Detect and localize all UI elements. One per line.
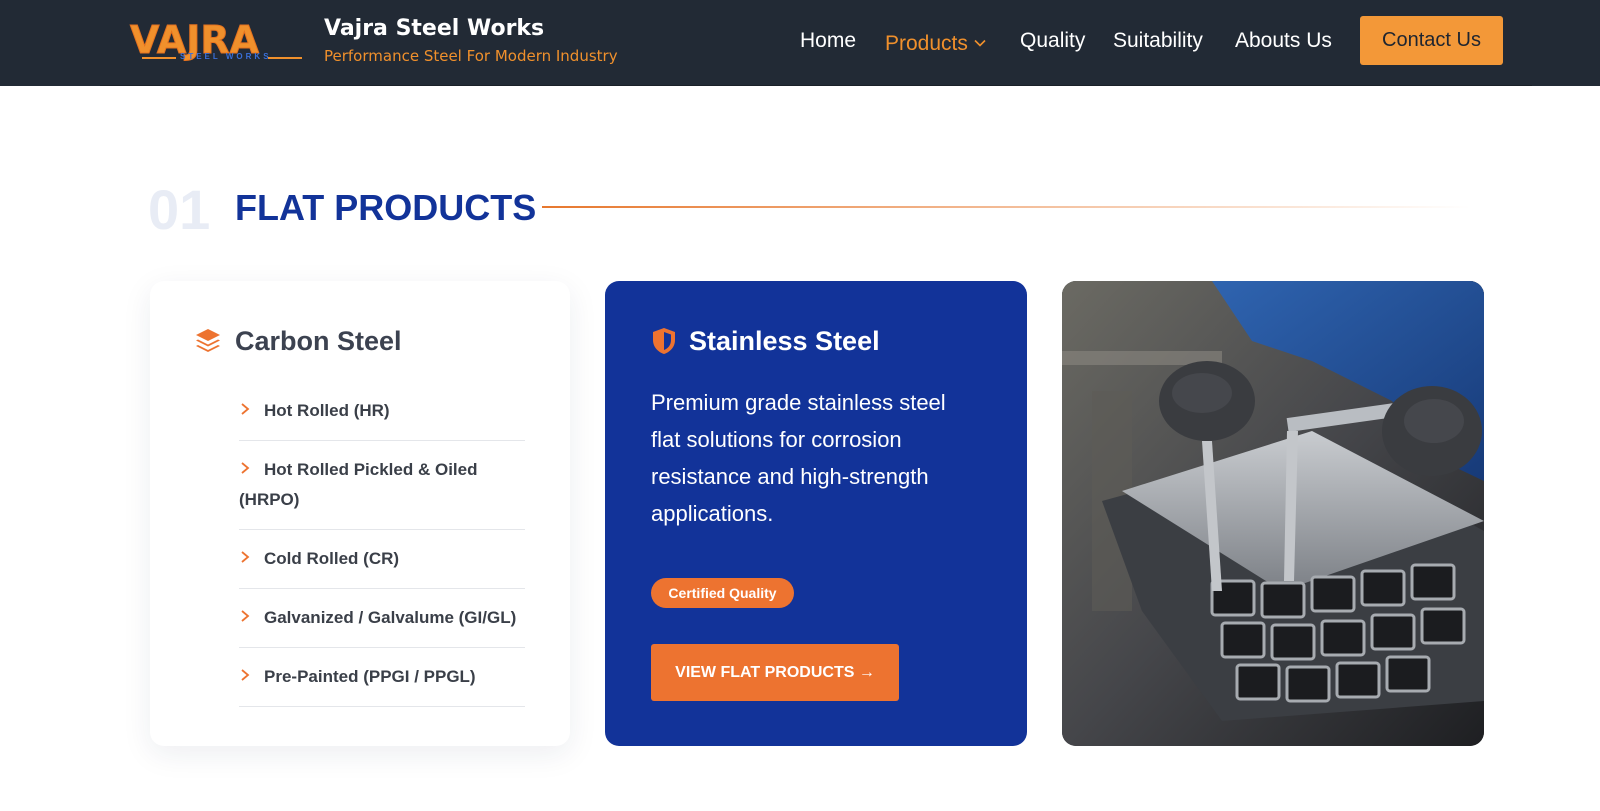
chevron-right-icon xyxy=(239,609,251,623)
list-item-label: Hot Rolled (HR) xyxy=(264,401,390,420)
view-flat-products-button[interactable]: VIEW FLAT PRODUCTS → xyxy=(651,644,899,701)
list-item-label: Pre-Painted (PPGI / PPGL) xyxy=(264,667,476,686)
list-item[interactable]: Cold Rolled (CR) xyxy=(239,530,525,589)
chevron-right-icon xyxy=(239,461,251,475)
chevron-right-icon xyxy=(239,402,251,416)
list-item[interactable]: Galvanized / Galvalume (GI/GL) xyxy=(239,589,525,648)
shield-icon xyxy=(651,327,677,355)
layers-icon xyxy=(194,327,222,355)
brand-tagline: Performance Steel For Modern Industry xyxy=(324,47,618,65)
steel-inspection-photo xyxy=(1062,281,1484,746)
list-item-label: Galvanized / Galvalume (GI/GL) xyxy=(264,608,517,627)
nav-about[interactable]: Abouts Us xyxy=(1235,28,1332,54)
stainless-steel-card: Stainless Steel Premium grade stainless … xyxy=(605,281,1027,746)
logo-subtext: STEEL WORKS xyxy=(180,52,272,61)
list-item[interactable]: Hot Rolled Pickled & Oiled (HRPO) xyxy=(239,441,525,530)
nav-suitability[interactable]: Suitability xyxy=(1113,28,1203,54)
chevron-down-icon xyxy=(974,28,986,54)
stainless-steel-description: Premium grade stainless steel flat solut… xyxy=(651,390,946,526)
nav-products[interactable]: Products xyxy=(885,28,986,57)
list-item[interactable]: Hot Rolled (HR) xyxy=(239,382,525,441)
carbon-steel-list: Hot Rolled (HR) Hot Rolled Pickled & Oil… xyxy=(239,382,525,707)
section-number: 01 xyxy=(148,178,211,241)
chevron-right-icon xyxy=(239,668,251,682)
nav-home-label: Home xyxy=(800,29,857,52)
site-header: VAJRA STEEL WORKS Vajra Steel Works Perf… xyxy=(0,0,1600,86)
list-item-label: Hot Rolled Pickled & Oiled (HRPO) xyxy=(239,460,478,509)
list-item-label: Cold Rolled (CR) xyxy=(264,549,400,568)
contact-us-button[interactable]: Contact Us xyxy=(1360,16,1503,65)
carbon-steel-card: Carbon Steel Hot Rolled (HR) Hot Rolled … xyxy=(150,281,570,746)
chevron-right-icon xyxy=(239,550,251,564)
brand-name[interactable]: Vajra Steel Works xyxy=(324,15,544,43)
logo-bar-right xyxy=(268,57,302,59)
nav-quality[interactable]: Quality xyxy=(1020,28,1085,54)
certified-quality-badge: Certified Quality xyxy=(651,578,794,608)
section-title: FLAT PRODUCTS xyxy=(235,187,537,228)
photo-illustration xyxy=(1062,281,1484,746)
logo-bar-left xyxy=(142,57,176,59)
section-divider-line xyxy=(542,206,1470,208)
nav-suitability-label: Suitability xyxy=(1113,29,1203,52)
carbon-steel-title: Carbon Steel xyxy=(235,326,402,356)
header-divider xyxy=(100,85,1532,86)
vajra-logo[interactable]: VAJRA STEEL WORKS xyxy=(129,18,302,64)
nav-about-label: Abouts Us xyxy=(1235,29,1332,52)
stainless-steel-title: Stainless Steel xyxy=(689,326,880,356)
nav-products-label: Products xyxy=(885,32,968,55)
nav-quality-label: Quality xyxy=(1020,29,1086,52)
list-item[interactable]: Pre-Painted (PPGI / PPGL) xyxy=(239,648,525,707)
nav-home[interactable]: Home xyxy=(800,28,856,54)
